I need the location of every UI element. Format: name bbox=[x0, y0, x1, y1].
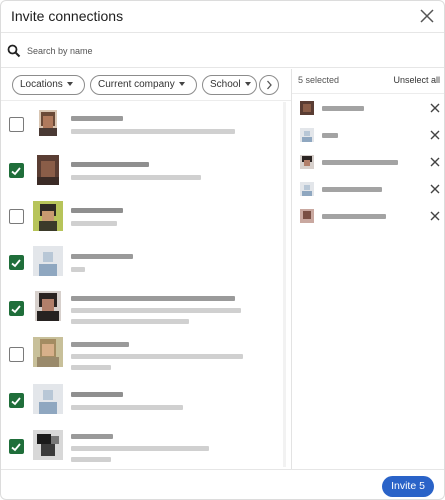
connection-headline-blurred bbox=[71, 457, 111, 462]
connection-checkbox[interactable] bbox=[9, 393, 24, 408]
connection-row[interactable] bbox=[1, 102, 291, 148]
connection-headline-blurred bbox=[71, 308, 241, 313]
selected-panel: 5 selected Unselect all bbox=[292, 69, 444, 469]
remove-icon[interactable] bbox=[430, 157, 440, 167]
avatar bbox=[300, 209, 314, 223]
filter-bar: Locations Current company School bbox=[1, 69, 291, 101]
check-icon bbox=[11, 259, 21, 268]
avatar bbox=[300, 128, 314, 142]
connection-name-blurred bbox=[71, 296, 235, 301]
filter-school[interactable]: School bbox=[202, 75, 257, 95]
connection-name-blurred bbox=[71, 116, 123, 121]
avatar bbox=[35, 291, 61, 321]
search-bar bbox=[1, 34, 444, 68]
connection-headline-blurred bbox=[71, 405, 183, 410]
filter-locations[interactable]: Locations bbox=[12, 75, 85, 95]
avatar bbox=[37, 155, 59, 185]
connection-row[interactable] bbox=[1, 286, 291, 332]
chevron-right-icon bbox=[267, 80, 272, 90]
caret-down-icon bbox=[244, 82, 251, 87]
filter-current-company[interactable]: Current company bbox=[90, 75, 197, 95]
connection-name-blurred bbox=[71, 208, 123, 213]
selected-name-blurred bbox=[322, 106, 364, 111]
connection-headline-blurred bbox=[71, 129, 235, 134]
caret-down-icon bbox=[178, 82, 185, 87]
check-icon bbox=[11, 305, 21, 314]
selected-item bbox=[292, 203, 444, 229]
connection-checkbox[interactable] bbox=[9, 439, 24, 454]
connection-row[interactable] bbox=[1, 194, 291, 240]
avatar bbox=[300, 182, 314, 196]
connection-checkbox[interactable] bbox=[9, 163, 24, 178]
selected-item bbox=[292, 95, 444, 121]
avatar bbox=[33, 337, 63, 367]
connection-headline-blurred bbox=[71, 446, 209, 451]
connection-checkbox[interactable] bbox=[9, 209, 24, 224]
remove-icon[interactable] bbox=[430, 211, 440, 221]
connection-name-blurred bbox=[71, 254, 133, 259]
connection-checkbox[interactable] bbox=[9, 117, 24, 132]
selected-count: 5 selected bbox=[298, 75, 340, 85]
connection-row[interactable] bbox=[1, 378, 291, 424]
connection-checkbox[interactable] bbox=[9, 255, 24, 270]
filters-next-button[interactable] bbox=[259, 75, 279, 95]
remove-icon[interactable] bbox=[430, 184, 440, 194]
selected-divider bbox=[292, 93, 444, 94]
dialog-header: Invite connections bbox=[1, 1, 444, 33]
avatar bbox=[33, 246, 63, 276]
connection-checkbox[interactable] bbox=[9, 301, 24, 316]
unselect-all-button[interactable]: Unselect all bbox=[393, 75, 440, 85]
remove-icon[interactable] bbox=[430, 130, 440, 140]
connection-name-blurred bbox=[71, 434, 113, 439]
connection-checkbox[interactable] bbox=[9, 347, 24, 362]
invite-connections-dialog: Invite connections Locations Current com… bbox=[0, 0, 445, 500]
connection-row[interactable] bbox=[1, 332, 291, 378]
selected-item bbox=[292, 149, 444, 175]
filter-locations-label: Locations bbox=[20, 79, 63, 90]
connection-name-blurred bbox=[71, 162, 149, 167]
check-icon bbox=[11, 397, 21, 406]
connection-name-blurred bbox=[71, 342, 129, 347]
avatar bbox=[33, 201, 63, 231]
selected-name-blurred bbox=[322, 133, 338, 138]
selected-item bbox=[292, 176, 444, 202]
avatar bbox=[300, 155, 314, 169]
check-icon bbox=[11, 443, 21, 452]
filter-current-company-label: Current company bbox=[98, 79, 175, 90]
remove-icon[interactable] bbox=[430, 103, 440, 113]
avatar bbox=[300, 101, 314, 115]
connection-headline-blurred bbox=[71, 221, 117, 226]
connection-row[interactable] bbox=[1, 424, 291, 469]
invite-button[interactable]: Invite 5 bbox=[382, 476, 434, 497]
check-icon bbox=[11, 167, 21, 176]
connection-headline-blurred bbox=[71, 175, 201, 180]
selected-name-blurred bbox=[322, 187, 382, 192]
scrollbar[interactable] bbox=[282, 102, 287, 467]
connection-headline-blurred bbox=[71, 365, 111, 370]
caret-down-icon bbox=[66, 82, 73, 87]
connection-row[interactable] bbox=[1, 148, 291, 194]
connection-row[interactable] bbox=[1, 240, 291, 286]
filter-school-label: School bbox=[210, 79, 241, 90]
search-input[interactable] bbox=[27, 41, 427, 61]
close-icon[interactable] bbox=[418, 7, 436, 25]
selected-item bbox=[292, 122, 444, 148]
dialog-title: Invite connections bbox=[11, 8, 124, 24]
selected-name-blurred bbox=[322, 214, 386, 219]
avatar bbox=[33, 430, 63, 460]
avatar bbox=[39, 110, 57, 136]
avatar bbox=[33, 384, 63, 414]
connection-headline-blurred bbox=[71, 319, 189, 324]
dialog-footer: Invite 5 bbox=[1, 469, 444, 499]
selected-name-blurred bbox=[322, 160, 398, 165]
connection-headline-blurred bbox=[71, 354, 243, 359]
connections-list bbox=[1, 102, 291, 469]
connection-name-blurred bbox=[71, 392, 123, 397]
search-icon bbox=[7, 44, 21, 58]
connection-headline-blurred bbox=[71, 267, 85, 272]
